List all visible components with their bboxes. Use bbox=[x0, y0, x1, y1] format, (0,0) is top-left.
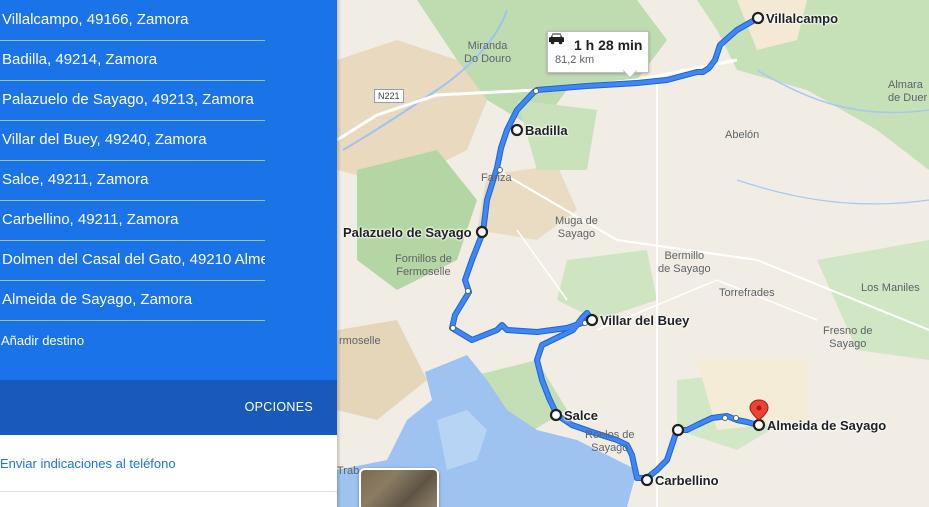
stop-label-salce[interactable]: Salce bbox=[564, 408, 598, 423]
waypoint-item[interactable]: Badilla, 49214, Zamora bbox=[0, 40, 265, 81]
place-text: Fresno de Sayago bbox=[823, 325, 873, 350]
place-label-fermoselle: rmoselle bbox=[339, 335, 381, 348]
send-to-phone-link[interactable]: Enviar indicaciones al teléfono bbox=[0, 456, 176, 471]
waypoint-text[interactable]: Carbellino, 49211, Zamora bbox=[0, 211, 178, 228]
green-area bbox=[557, 250, 657, 320]
place-text: Fariza bbox=[481, 172, 512, 184]
place-label-fariza: Fariza bbox=[481, 172, 512, 185]
waypoints-section: Villalcampo, 49166, Zamora Badilla, 4921… bbox=[0, 0, 337, 380]
add-destination-link[interactable]: Añadir destino bbox=[1, 333, 84, 348]
place-text: Abelón bbox=[725, 129, 760, 141]
via-point[interactable] bbox=[450, 325, 456, 331]
place-text: Miranda Do Douro bbox=[464, 40, 512, 65]
stop-marker-villar[interactable] bbox=[585, 313, 599, 327]
via-point[interactable] bbox=[465, 288, 471, 294]
waypoint-text[interactable]: Almeida de Sayago, Zamora bbox=[0, 291, 192, 308]
waypoint-item[interactable]: Palazuelo de Sayago, 49213, Zamora bbox=[0, 80, 265, 121]
waypoint-item[interactable]: Villar del Buey, 49240, Zamora bbox=[0, 120, 265, 161]
travel-distance: 81,2 km bbox=[555, 54, 595, 66]
via-point[interactable] bbox=[733, 415, 739, 421]
place-label-muga: Muga de Sayago bbox=[555, 215, 598, 241]
stop-marker-dolmen[interactable] bbox=[671, 423, 685, 437]
place-text: Torrefrades bbox=[719, 287, 775, 299]
place-label-miranda: Miranda Do Douro bbox=[464, 40, 511, 66]
waypoint-item[interactable]: Dolmen del Casal del Gato, 49210 Almei bbox=[0, 240, 265, 281]
directions-panel: Villalcampo, 49166, Zamora Badilla, 4921… bbox=[0, 0, 337, 507]
satellite-layer-thumbnail[interactable] bbox=[359, 468, 439, 507]
place-label-almaraz: Almara de Duer bbox=[888, 79, 927, 105]
place-text: Bermillo de Sayago bbox=[658, 250, 711, 275]
stop-marker-almeida[interactable] bbox=[752, 418, 766, 432]
stop-label-palazuelo[interactable]: Palazuelo de Sayago bbox=[343, 225, 472, 240]
stop-marker-salce[interactable] bbox=[549, 408, 563, 422]
waypoint-text[interactable]: Salce, 49211, Zamora bbox=[0, 171, 148, 188]
waypoint-item[interactable]: Villalcampo, 49166, Zamora bbox=[0, 0, 265, 41]
waypoint-item[interactable]: Carbellino, 49211, Zamora bbox=[0, 200, 265, 241]
place-text: rmoselle bbox=[339, 335, 381, 347]
divider bbox=[0, 491, 337, 492]
waypoint-text[interactable]: Badilla, 49214, Zamora bbox=[0, 51, 157, 68]
place-text: Almara de Duer bbox=[888, 79, 928, 104]
waypoint-text[interactable]: Villar del Buey, 49240, Zamora bbox=[0, 131, 207, 148]
stop-label-carbellino[interactable]: Carbellino bbox=[655, 473, 719, 488]
road-badge: N221 bbox=[374, 89, 404, 103]
stop-label-badilla[interactable]: Badilla bbox=[525, 123, 568, 138]
place-text: Los Maniles bbox=[861, 282, 920, 294]
travel-time-callout[interactable]: 1 h 28 min 81,2 km bbox=[547, 31, 649, 73]
waypoint-text[interactable]: Villalcampo, 49166, Zamora bbox=[0, 11, 189, 28]
travel-time: 1 h 28 min bbox=[574, 37, 643, 53]
callout-pointer bbox=[623, 70, 637, 79]
place-label-bermillo: Bermillo de Sayago bbox=[658, 250, 711, 276]
stop-marker-palazuelo[interactable] bbox=[475, 225, 489, 239]
place-label-fornillos: Fornillos de Fermoselle bbox=[395, 253, 452, 279]
stop-marker-carbellino[interactable] bbox=[640, 473, 654, 487]
place-label-torrefrades: Torrefrades bbox=[719, 287, 775, 300]
map-canvas[interactable]: Miranda Do Douro Fariza Muga de Sayago F… bbox=[337, 0, 929, 507]
place-text: Roelos de Sayago bbox=[585, 429, 635, 454]
stop-marker-badilla[interactable] bbox=[510, 123, 524, 137]
waypoint-item[interactable]: Almeida de Sayago, Zamora bbox=[0, 280, 265, 321]
destination-pin-dot bbox=[756, 405, 762, 411]
place-text: Fornillos de Fermoselle bbox=[395, 253, 452, 278]
stop-marker-villalcampo[interactable] bbox=[751, 11, 765, 25]
options-button[interactable]: OPCIONES bbox=[245, 400, 313, 414]
stop-label-villalcampo[interactable]: Villalcampo bbox=[766, 11, 838, 26]
via-point[interactable] bbox=[533, 88, 539, 94]
waypoint-text[interactable]: Palazuelo de Sayago, 49213, Zamora bbox=[0, 91, 254, 108]
river bbox=[736, 179, 929, 205]
stop-label-villar[interactable]: Villar del Buey bbox=[600, 313, 689, 328]
place-label-fresno: Fresno de Sayago bbox=[823, 325, 873, 351]
stop-label-almeida[interactable]: Almeida de Sayago bbox=[767, 418, 886, 433]
place-label-roelos: Roelos de Sayago bbox=[585, 429, 635, 455]
panel-shadow bbox=[337, 0, 341, 507]
options-bar: OPCIONES bbox=[0, 380, 337, 435]
waypoint-item[interactable]: Salce, 49211, Zamora bbox=[0, 160, 265, 201]
place-label-los-maniles: Los Maniles bbox=[861, 282, 920, 295]
place-label-abelon: Abelón bbox=[725, 129, 759, 142]
waypoint-text[interactable]: Dolmen del Casal del Gato, 49210 Almei bbox=[0, 251, 265, 268]
car-icon bbox=[549, 33, 564, 45]
place-text: Muga de Sayago bbox=[555, 215, 598, 240]
via-point[interactable] bbox=[722, 415, 728, 421]
